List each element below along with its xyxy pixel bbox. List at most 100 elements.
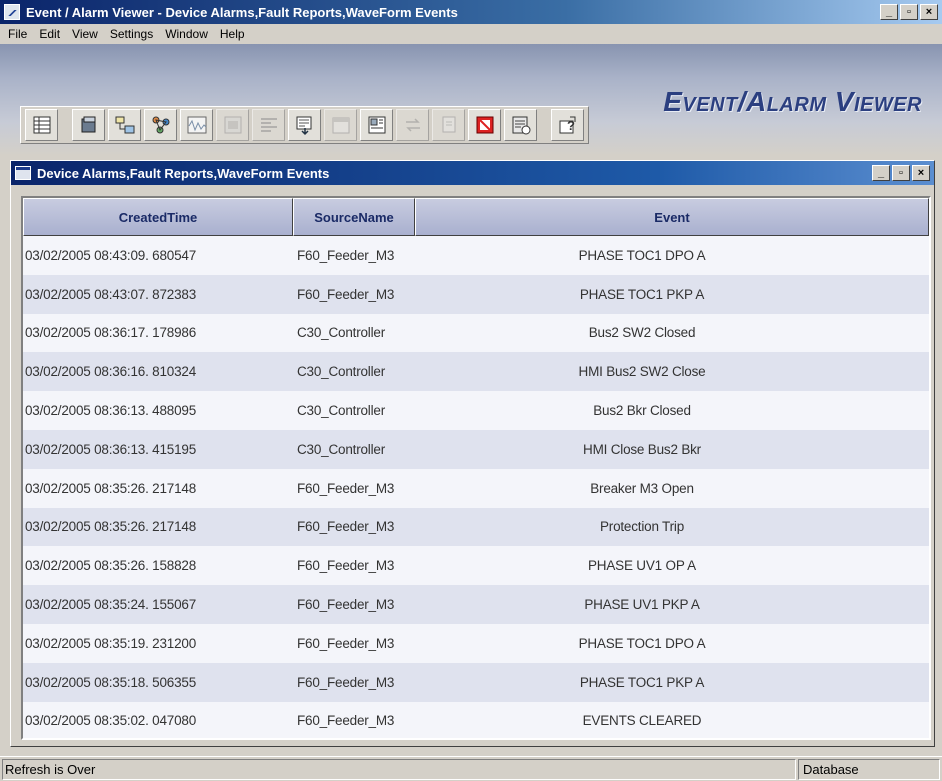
cell-source-name: F60_Feeder_M3 (297, 597, 395, 613)
window-title-bar[interactable]: Event / Alarm Viewer - Device Alarms,Fau… (0, 0, 942, 24)
column-header-created-time[interactable]: CreatedTime (23, 198, 293, 236)
cell-created-time: 03/02/2005 08:35:26. 158828 (25, 558, 197, 574)
report-button[interactable] (216, 109, 249, 141)
table-row[interactable]: 03/02/2005 08:43:09. 680547 F60_Feeder_M3… (23, 236, 929, 275)
table-row[interactable]: 03/02/2005 08:35:18. 506355 F60_Feeder_M3… (23, 662, 929, 702)
network-button[interactable] (108, 109, 141, 141)
nodes-icon (152, 116, 169, 134)
cell-created-time: 03/02/2005 08:35:18. 506355 (25, 674, 197, 690)
child-window-title-bar[interactable]: Device Alarms,Fault Reports,WaveForm Eve… (11, 161, 934, 185)
child-close-button[interactable]: × (912, 165, 930, 181)
table-row[interactable]: 03/02/2005 08:35:26. 217148 F60_Feeder_M3… (23, 468, 929, 508)
column-header-event[interactable]: Event (415, 198, 929, 236)
database-icon (512, 116, 530, 135)
menu-bar: File Edit View Settings Window Help (0, 24, 942, 44)
nodes-button[interactable] (144, 109, 177, 141)
table-row[interactable]: 03/02/2005 08:35:26. 158828 F60_Feeder_M3… (23, 546, 929, 586)
close-button[interactable]: × (920, 4, 938, 20)
calendar-icon (332, 117, 349, 134)
app-banner: Event/Alarm Viewer ? (0, 44, 942, 156)
cell-source-name: F60_Feeder_M3 (297, 635, 395, 651)
table-row[interactable]: 03/02/2005 08:36:13. 415195 C30_Controlle… (23, 429, 929, 469)
cell-created-time: 03/02/2005 08:35:02. 047080 (25, 713, 197, 729)
cell-created-time: 03/02/2005 08:35:26. 217148 (25, 519, 197, 535)
cell-created-time: 03/02/2005 08:43:07. 872383 (25, 286, 197, 302)
column-header-source-name[interactable]: SourceName (293, 198, 415, 236)
layout-icon (368, 116, 385, 134)
table-row[interactable]: 03/02/2005 08:35:19. 231200 F60_Feeder_M3… (23, 623, 929, 663)
cell-event: HMI Bus2 SW2 Close (578, 364, 706, 380)
table-row[interactable]: 03/02/2005 08:36:16. 810324 C30_Controlle… (23, 352, 929, 392)
menu-view[interactable]: View (66, 27, 104, 41)
copy-icon (442, 116, 455, 133)
cell-event: HMI Close Bus2 Bkr (583, 441, 701, 457)
cell-source-name: C30_Controller (297, 364, 385, 380)
status-bar: Refresh is Over Database (0, 756, 942, 781)
cell-created-time: 03/02/2005 08:36:17. 178986 (25, 325, 197, 341)
cell-event: Protection Trip (599, 519, 685, 535)
app-icon[interactable] (4, 4, 20, 20)
menu-file[interactable]: File (2, 27, 33, 41)
cell-created-time: 03/02/2005 08:36:13. 488095 (25, 403, 197, 419)
status-panel-source: Database (798, 758, 940, 780)
transfer-button[interactable] (396, 109, 429, 141)
cell-source-name: C30_Controller (297, 325, 385, 341)
waveform-button[interactable] (180, 109, 213, 141)
database-button[interactable] (504, 109, 537, 141)
banner-title: Event/Alarm Viewer (663, 86, 922, 117)
stop-button[interactable] (468, 109, 501, 141)
menu-edit[interactable]: Edit (33, 27, 66, 41)
window-controls: _ ▫ × (880, 4, 938, 20)
events-child-window: Device Alarms,Fault Reports,WaveForm Eve… (10, 160, 935, 747)
cell-source-name: F60_Feeder_M3 (297, 674, 395, 690)
cell-source-name: F60_Feeder_M3 (297, 247, 395, 263)
table-row[interactable]: 03/02/2005 08:35:24. 155067 F60_Feeder_M3… (23, 585, 929, 624)
toolbar: ? (20, 106, 589, 144)
help-button[interactable]: ? (551, 109, 584, 141)
grid-view-button[interactable] (25, 109, 58, 141)
menu-settings[interactable]: Settings (104, 27, 159, 41)
cell-created-time: 03/02/2005 08:35:24. 155067 (25, 597, 197, 613)
cell-event: PHASE UV1 PKP A (584, 597, 700, 613)
events-grid[interactable]: CreatedTime SourceName Event 03/02/2005 … (21, 196, 931, 740)
device-button[interactable] (72, 109, 105, 141)
table-row[interactable]: 03/02/2005 08:43:07. 872383 F60_Feeder_M3… (23, 274, 929, 314)
child-maximize-button[interactable]: ▫ (892, 165, 910, 181)
network-icon (115, 116, 134, 134)
child-window-controls: _ ▫ × (872, 165, 930, 181)
cell-source-name: F60_Feeder_M3 (297, 480, 395, 496)
window-title: Event / Alarm Viewer - Device Alarms,Fau… (26, 4, 458, 20)
minimize-button[interactable]: _ (880, 4, 898, 20)
table-row[interactable]: 03/02/2005 08:36:17. 178986 C30_Controlle… (23, 313, 929, 353)
cell-source-name: F60_Feeder_M3 (297, 713, 395, 729)
settings-panel-icon (260, 118, 277, 132)
layout-button[interactable] (360, 109, 393, 141)
cell-event: Breaker M3 Open (590, 480, 694, 496)
cell-created-time: 03/02/2005 08:35:19. 231200 (25, 635, 197, 651)
cell-event: PHASE UV1 OP A (587, 558, 696, 574)
device-icon (81, 116, 95, 133)
table-row[interactable]: 03/02/2005 08:36:13. 488095 C30_Controlle… (23, 391, 929, 430)
cell-event: PHASE TOC1 DPO A (578, 635, 706, 651)
copy-button[interactable] (432, 109, 465, 141)
table-row[interactable]: 03/02/2005 08:35:26. 217148 F60_Feeder_M3… (23, 507, 929, 547)
document-icon[interactable] (15, 166, 31, 180)
export-button[interactable] (288, 109, 321, 141)
status-message: Refresh is Over (2, 758, 796, 780)
cell-source-name: F60_Feeder_M3 (297, 558, 395, 574)
cell-event: Bus2 SW2 Closed (588, 325, 696, 341)
grid-body: 03/02/2005 08:43:09. 680547 F60_Feeder_M3… (23, 236, 929, 738)
menu-help[interactable]: Help (214, 27, 251, 41)
stop-icon (476, 116, 493, 134)
calendar-button[interactable] (324, 109, 357, 141)
child-minimize-button[interactable]: _ (872, 165, 890, 181)
menu-window[interactable]: Window (159, 27, 214, 41)
cell-source-name: C30_Controller (297, 441, 385, 457)
maximize-button[interactable]: ▫ (900, 4, 918, 20)
settings-panel-button[interactable] (252, 109, 285, 141)
cell-source-name: C30_Controller (297, 403, 385, 419)
table-row[interactable]: 03/02/2005 08:35:02. 047080 F60_Feeder_M3… (23, 701, 929, 738)
child-window-title: Device Alarms,Fault Reports,WaveForm Eve… (37, 165, 330, 181)
cell-source-name: F60_Feeder_M3 (297, 286, 395, 302)
export-icon (296, 116, 311, 136)
